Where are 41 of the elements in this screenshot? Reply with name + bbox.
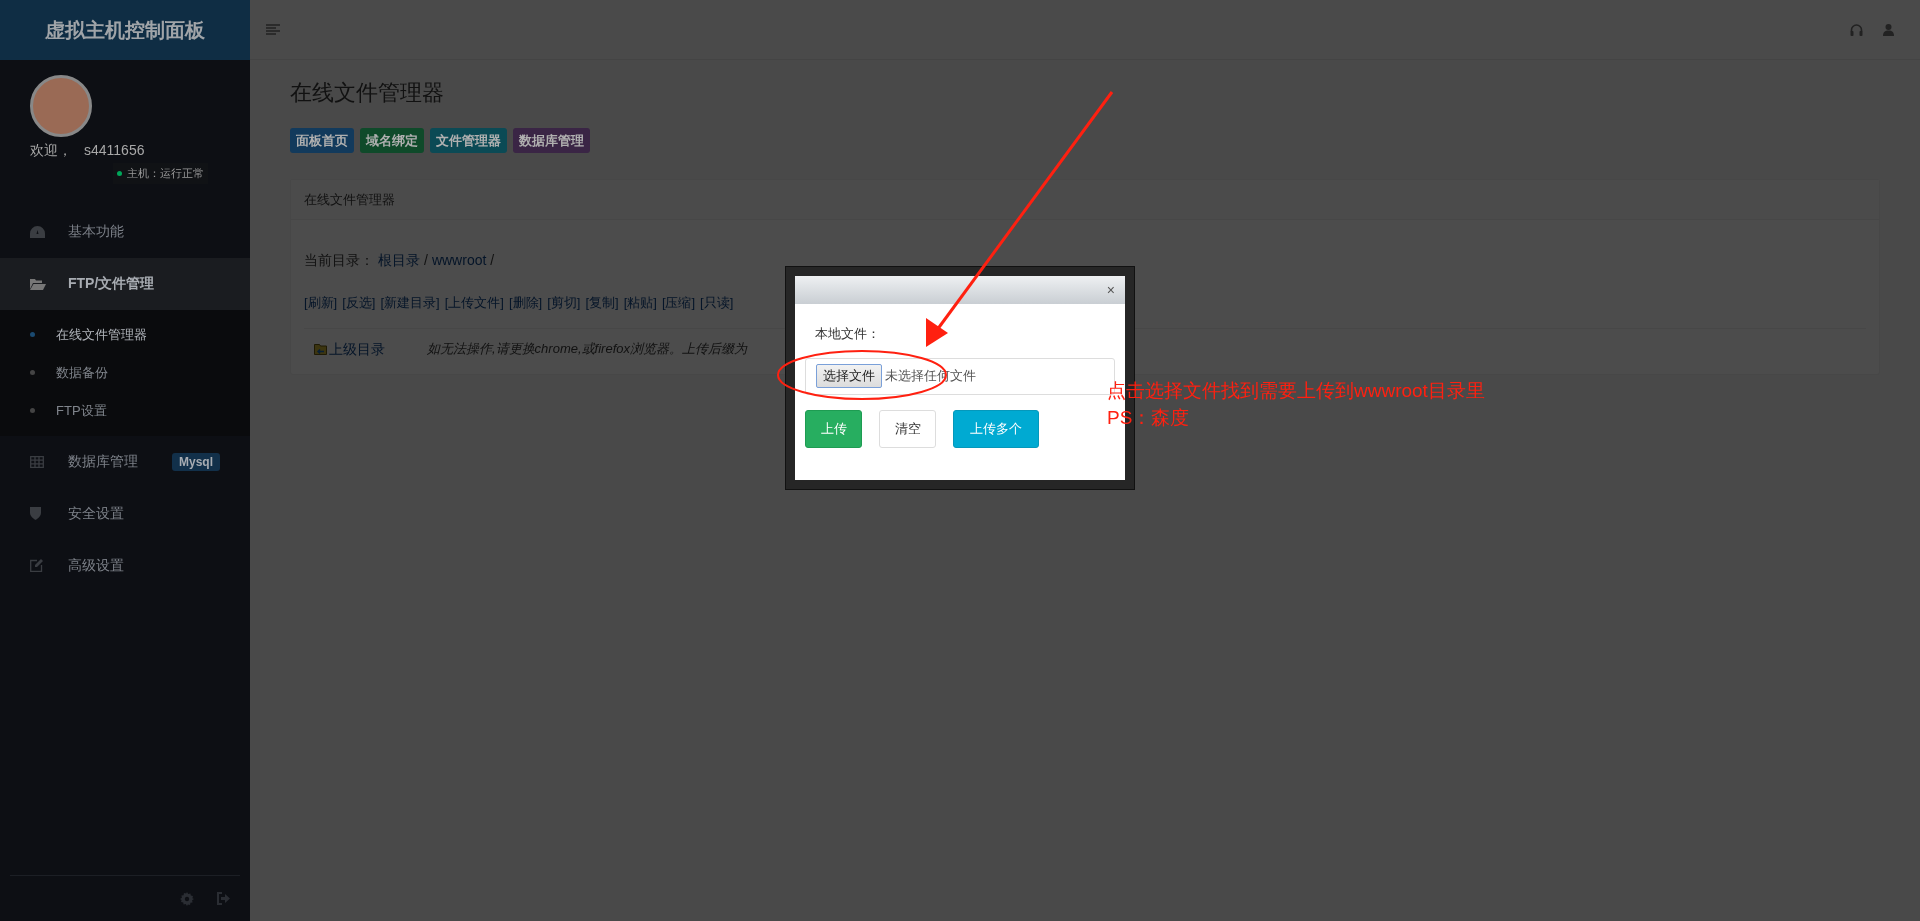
close-button[interactable]: × <box>1106 283 1115 297</box>
folder-up-icon <box>314 343 328 355</box>
page-title: 在线文件管理器 <box>290 79 445 107</box>
logout-icon[interactable] <box>216 892 230 905</box>
sidebar-brand: 虚拟主机控制面板 <box>0 0 250 60</box>
edit-icon <box>30 559 43 572</box>
submenu-item[interactable]: 数据备份 <box>0 353 250 392</box>
headset-icon[interactable] <box>1850 23 1863 36</box>
host-status: 主机：运行正常 <box>127 166 204 181</box>
path-separator: / <box>424 251 428 270</box>
table-icon <box>30 455 44 468</box>
shield-icon <box>30 507 41 520</box>
folder-icon <box>30 277 46 290</box>
upload-button[interactable]: 上传 <box>805 409 862 448</box>
upload-multiple-button[interactable]: 上传多个 <box>953 409 1039 448</box>
nav-button[interactable]: 面板首页 <box>290 128 354 153</box>
settings-icon[interactable] <box>180 891 194 906</box>
menu-icon[interactable] <box>266 24 280 35</box>
path-label: 当前目录： <box>304 251 374 270</box>
sidebar-item[interactable]: 高级设置 <box>0 539 250 592</box>
sidebar-item[interactable]: 安全设置 <box>0 487 250 540</box>
sidebar-item[interactable]: 基本功能 <box>0 205 250 258</box>
nav-button[interactable]: 文件管理器 <box>430 128 507 153</box>
submenu-item[interactable]: FTP设置 <box>0 391 250 430</box>
badge: Mysql <box>172 452 220 471</box>
nav-button[interactable]: 数据库管理 <box>513 128 590 153</box>
username: s4411656 <box>84 141 145 160</box>
submenu-item[interactable]: 在线文件管理器 <box>0 315 250 354</box>
path-separator: / <box>490 251 495 270</box>
bullet-icon <box>30 332 35 337</box>
bullet-icon <box>30 408 35 413</box>
choose-file-button[interactable]: 选择文件 <box>816 364 882 388</box>
local-file-label: 本地文件： <box>815 325 881 343</box>
user-icon[interactable] <box>1883 23 1894 36</box>
bullet-icon <box>30 370 35 375</box>
welcome-text: 欢迎， <box>30 141 72 160</box>
nav-button[interactable]: 域名绑定 <box>360 128 424 153</box>
sidebar-item[interactable]: FTP/文件管理 <box>0 257 250 310</box>
sidebar-item[interactable]: 数据库管理 Mysql <box>0 435 250 488</box>
clear-button[interactable]: 清空 <box>879 409 936 448</box>
dashboard-icon <box>30 225 45 238</box>
